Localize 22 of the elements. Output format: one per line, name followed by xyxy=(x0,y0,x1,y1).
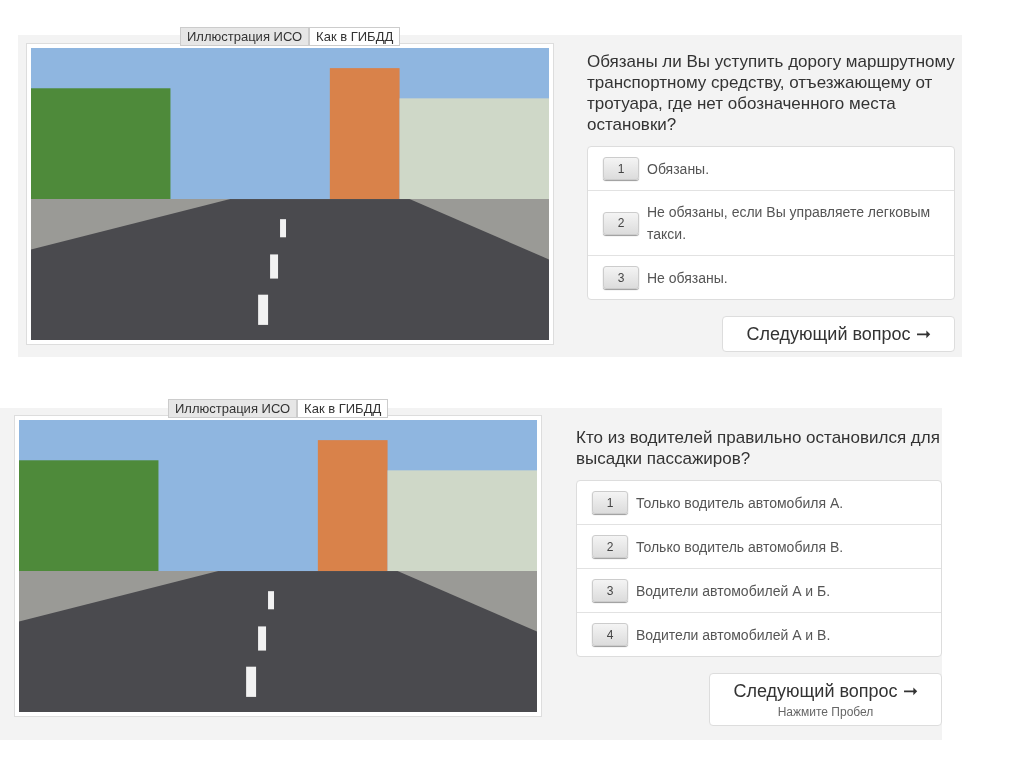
answer-text[interactable]: Не обязаны. xyxy=(647,266,728,289)
answer-text[interactable]: Только водитель автомобиля В. xyxy=(636,535,844,558)
answer-key-button[interactable]: 1 xyxy=(592,491,628,514)
answer-key-button[interactable]: 2 xyxy=(592,535,628,558)
next-question-button[interactable]: Следующий вопрос ➞ xyxy=(722,316,955,352)
answer-text[interactable]: Водители автомобилей А и В. xyxy=(636,623,831,646)
illustration-tab[interactable]: Как в ГИБДД xyxy=(297,399,389,418)
illustration-tab[interactable]: Как в ГИБДД xyxy=(309,27,401,46)
answer-text[interactable]: Водители автомобилей А и Б. xyxy=(636,579,831,602)
answer-key-button[interactable]: 3 xyxy=(592,579,628,602)
answer-key-button[interactable]: 3 xyxy=(603,266,639,289)
answer-key-button[interactable]: 2 xyxy=(603,211,639,235)
answer-text[interactable]: Не обязаны, если Вы управляете легковым такси. xyxy=(647,201,939,245)
answer-text[interactable]: Обязаны. xyxy=(647,157,710,180)
illustration-tab[interactable]: Иллюстрация ИСО xyxy=(180,27,310,46)
question-text: Кто из водителей правильно остановился для высадки пассажиров? xyxy=(576,427,941,469)
answer-text[interactable]: Только водитель автомобиля А. xyxy=(636,491,844,514)
illustration-tab[interactable]: Иллюстрация ИСО xyxy=(168,399,298,418)
question-text: Обязаны ли Вы уступить дорогу маршрутному транспортному средству, отъезжающему от тротуара, где нет обозначенного места остановки? xyxy=(587,51,955,135)
answer-key-button[interactable]: 1 xyxy=(603,157,639,180)
next-question-button[interactable]: Следующий вопрос ➞ Нажмите Пробел xyxy=(709,673,942,726)
answer-key-button[interactable]: 4 xyxy=(592,623,628,646)
